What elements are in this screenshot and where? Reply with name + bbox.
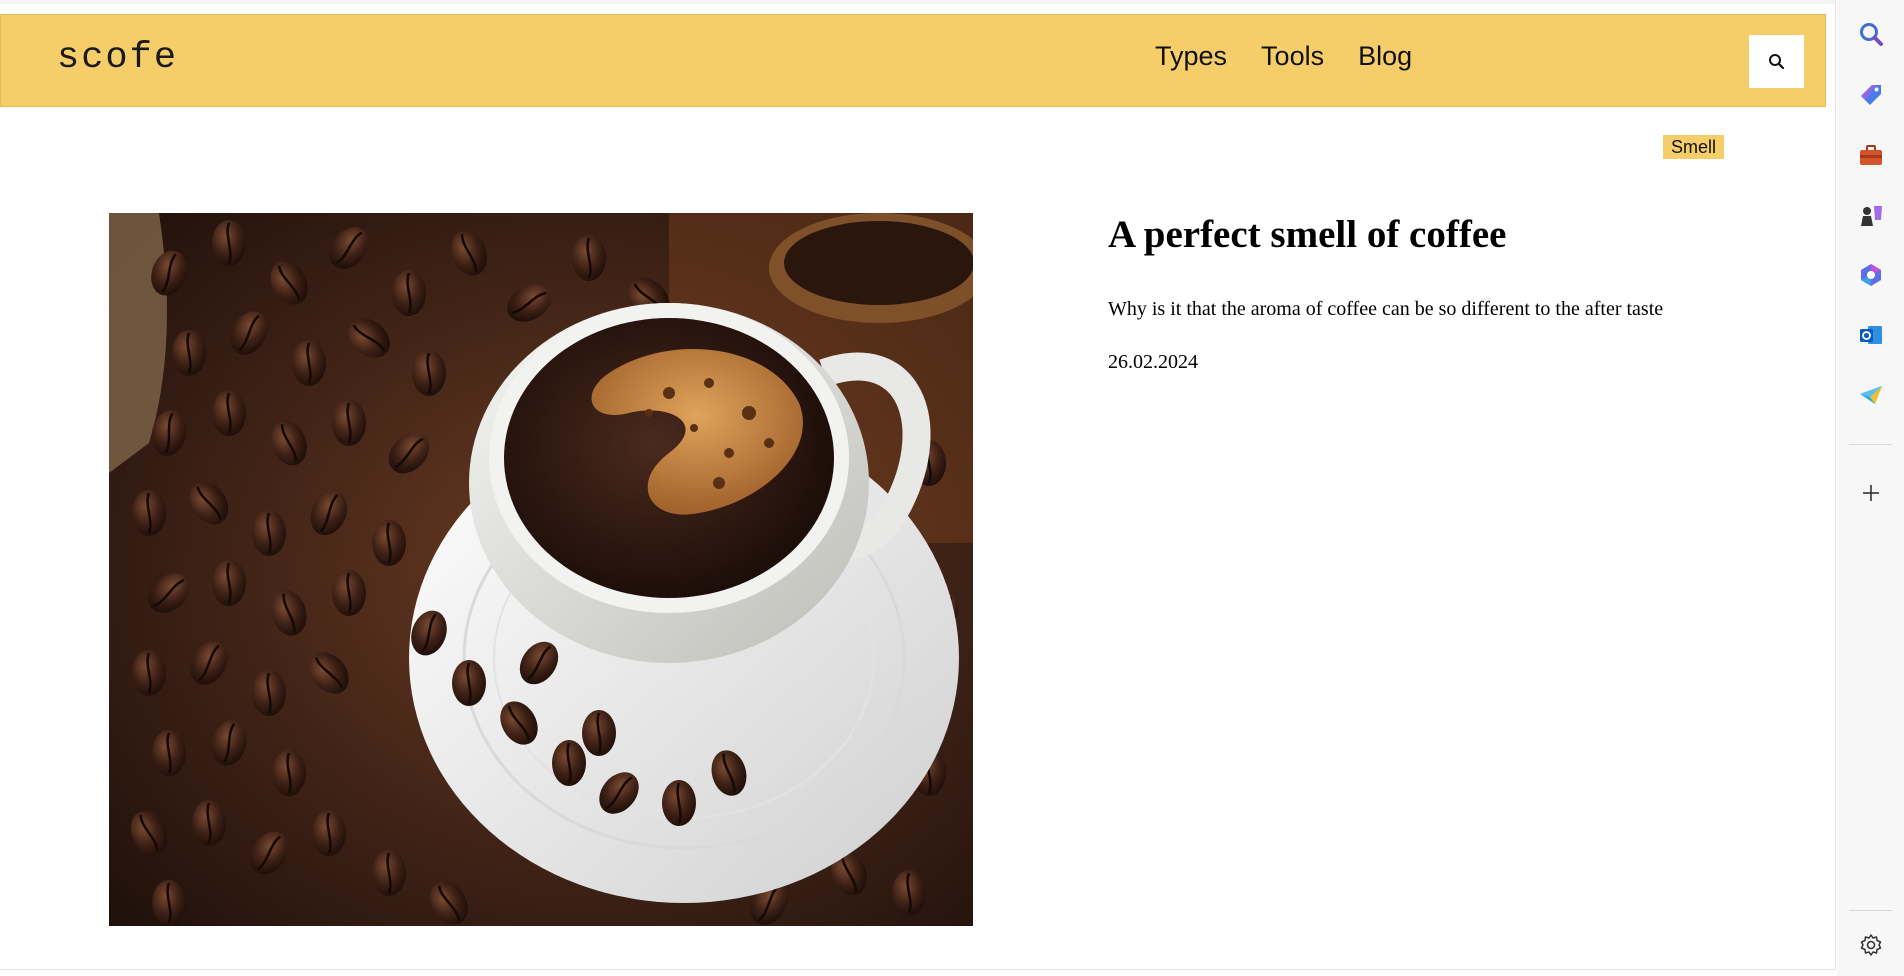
send-icon[interactable] — [1856, 380, 1886, 410]
search-button[interactable] — [1749, 35, 1804, 88]
article-description: Why is it that the aroma of coffee can b… — [1108, 298, 1664, 320]
search-icon[interactable] — [1856, 19, 1886, 49]
article-date: 26.02.2024 — [1108, 351, 1198, 373]
games-icon[interactable] — [1856, 200, 1886, 230]
coffee-cup-image — [109, 213, 973, 926]
outlook-icon[interactable] — [1856, 320, 1886, 350]
article-image[interactable] — [109, 213, 973, 926]
top-strip — [0, 0, 1835, 4]
settings-icon[interactable] — [1856, 930, 1886, 960]
sidebar-divider-bottom — [1849, 910, 1892, 911]
sidebar-divider — [1849, 444, 1892, 445]
tag-icon[interactable] — [1856, 80, 1886, 110]
toolbox-icon[interactable] — [1856, 140, 1886, 170]
add-icon[interactable] — [1856, 478, 1886, 508]
edge-sidebar — [1837, 0, 1904, 976]
search-icon — [1769, 54, 1785, 70]
category-tag[interactable]: Smell — [1663, 135, 1725, 159]
copilot-icon[interactable] — [1856, 260, 1886, 290]
nav-types[interactable]: Types — [1155, 41, 1227, 72]
nav-blog[interactable]: Blog — [1358, 41, 1412, 72]
nav-tools[interactable]: Tools — [1261, 41, 1324, 72]
article-title[interactable]: A perfect smell of coffee — [1108, 212, 1506, 257]
site-header: scofe Types Tools Blog — [0, 14, 1826, 107]
browser-viewport: scofe Types Tools Blog Smell A perfect s… — [0, 0, 1836, 970]
site-logo[interactable]: scofe — [57, 37, 178, 79]
main-nav: Types Tools Blog — [1155, 41, 1412, 72]
